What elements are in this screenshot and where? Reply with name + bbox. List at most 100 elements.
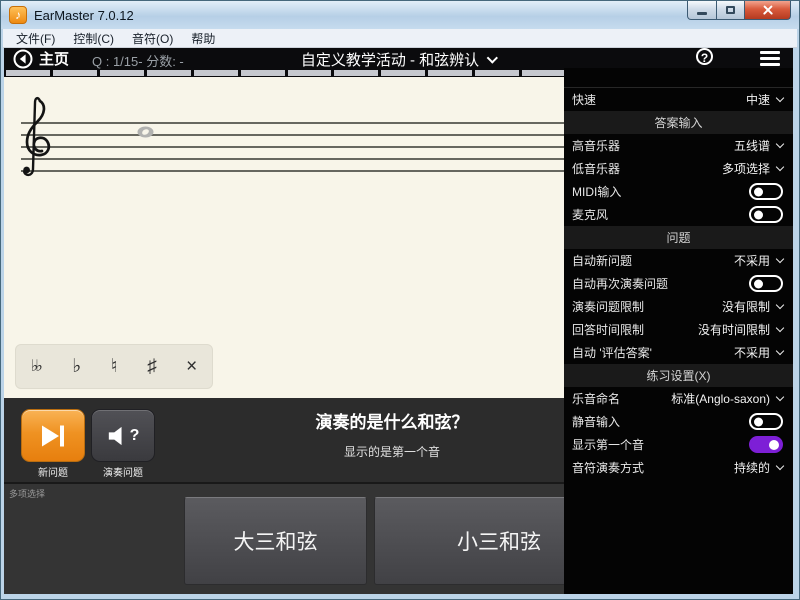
answer-mode-label: 多项选择 xyxy=(9,487,45,500)
menu-help[interactable]: 帮助 xyxy=(182,30,224,47)
progress-segment xyxy=(381,70,425,76)
menu-bar: 文件(F) 控制(C) 音符(O) 帮助 xyxy=(3,29,797,48)
setting-row-note-naming[interactable]: 乐音命名 标准(Anglo-saxon) xyxy=(564,387,793,410)
progress-segment xyxy=(6,70,50,76)
progress-segment xyxy=(522,70,566,76)
setting-row-play-question-limit[interactable]: 演奏问题限制 没有限制 xyxy=(564,295,793,318)
new-question-label: 新问题 xyxy=(21,464,85,479)
question-subtitle: 显示的是第一个音 xyxy=(224,443,560,460)
progress-segment xyxy=(288,70,332,76)
progress-segment xyxy=(475,70,519,76)
question-mark-glyph: ? xyxy=(130,427,140,445)
setting-row-auto-evaluate-answer[interactable]: 自动 '评估答案' 不采用 xyxy=(564,341,793,364)
section-header-answer-input: 答案输入 xyxy=(564,111,793,134)
double-flat-button[interactable]: ♭♭ xyxy=(31,359,43,375)
sidebar-divider xyxy=(564,68,793,88)
progress-segment xyxy=(428,70,472,76)
treble-clef-icon xyxy=(21,95,55,187)
window-title: EarMaster 7.0.12 xyxy=(34,8,134,23)
mute-input-toggle[interactable] xyxy=(749,413,783,430)
question-title: 演奏的是什么和弦？ xyxy=(224,408,560,433)
settings-sidebar: 快速 中速 答案输入 高音乐器 五线谱 低音乐器 多项选择 MIDI输入 xyxy=(564,68,793,594)
menu-control[interactable]: 控制(C) xyxy=(64,30,123,47)
auto-replay-toggle[interactable] xyxy=(749,275,783,292)
question-panel: 新问题 ? 演奏问题 演奏的是什么和弦？ 显示的是第一个音 xyxy=(4,398,564,482)
notation-panel: ♭♭ ♭ ♮ ♯ × xyxy=(4,77,564,398)
setting-row-treble-instrument[interactable]: 高音乐器 五线谱 xyxy=(564,134,793,157)
double-sharp-button[interactable]: × xyxy=(186,357,197,376)
setting-row-microphone: 麦克风 xyxy=(564,203,793,226)
hamburger-menu-button[interactable] xyxy=(760,51,780,69)
maximize-button[interactable] xyxy=(717,1,745,20)
staff-line xyxy=(21,146,564,148)
setting-row-tempo[interactable]: 快速 中速 xyxy=(564,88,793,111)
section-header-question: 问题 xyxy=(564,226,793,249)
progress-segment xyxy=(147,70,191,76)
back-arrow-icon xyxy=(13,49,33,69)
progress-segment xyxy=(53,70,97,76)
answer-panel: 多项选择 大三和弦 小三和弦 xyxy=(4,482,564,594)
progress-segment xyxy=(194,70,238,76)
chevron-down-icon xyxy=(776,140,784,148)
midi-input-toggle[interactable] xyxy=(749,183,783,200)
answer-minor-triad-button[interactable]: 小三和弦 xyxy=(374,497,564,585)
app-icon: ♪ xyxy=(9,6,27,24)
chevron-down-icon xyxy=(776,347,784,355)
app-window: ♪ EarMaster 7.0.12 文件(F) 控制(C) 音符(O) 帮助 … xyxy=(0,0,800,600)
setting-row-auto-new-question[interactable]: 自动新问题 不采用 xyxy=(564,249,793,272)
play-question-label: 演奏问题 xyxy=(91,464,155,479)
setting-row-show-first-note: 显示第一个音 xyxy=(564,433,793,456)
question-progress-bar xyxy=(6,68,566,77)
setting-row-mute-input: 静音输入 xyxy=(564,410,793,433)
chevron-down-icon xyxy=(776,94,784,102)
natural-button[interactable]: ♮ xyxy=(111,357,118,376)
close-icon xyxy=(762,4,774,16)
setting-row-bass-instrument[interactable]: 低音乐器 多项选择 xyxy=(564,157,793,180)
main-area: 主页 Q : 1/15- 分数: - 自定义教学活动 - 和弦辨认 ? xyxy=(4,48,793,594)
minimize-button[interactable] xyxy=(687,1,717,20)
help-button[interactable]: ? xyxy=(696,48,713,65)
flat-button[interactable]: ♭ xyxy=(72,357,81,376)
activity-title: 自定义教学活动 - 和弦辨认 xyxy=(301,49,479,70)
maximize-icon xyxy=(726,6,735,14)
progress-segment xyxy=(334,70,378,76)
home-button[interactable]: 主页 xyxy=(13,48,69,69)
chevron-down-icon xyxy=(776,255,784,263)
setting-row-answer-time-limit[interactable]: 回答时间限制 没有时间限制 xyxy=(564,318,793,341)
staff-line xyxy=(21,134,564,136)
titlebar[interactable]: ♪ EarMaster 7.0.12 xyxy=(1,1,799,29)
chevron-down-icon xyxy=(776,163,784,171)
progress-segment xyxy=(241,70,285,76)
progress-segment xyxy=(100,70,144,76)
staff-line xyxy=(21,122,564,124)
chevron-down-icon xyxy=(487,52,498,63)
sharp-button[interactable]: ♯ xyxy=(147,357,157,376)
setting-row-midi-input: MIDI输入 xyxy=(564,180,793,203)
minimize-icon xyxy=(697,12,707,15)
activity-title-dropdown[interactable]: 自定义教学活动 - 和弦辨认 xyxy=(301,49,496,70)
home-label: 主页 xyxy=(39,48,69,69)
window-controls xyxy=(687,1,791,20)
staff-line xyxy=(21,158,564,160)
accidentals-toolbar: ♭♭ ♭ ♮ ♯ × xyxy=(15,344,213,389)
chevron-down-icon xyxy=(776,301,784,309)
menu-note[interactable]: 音符(O) xyxy=(123,30,182,47)
microphone-toggle[interactable] xyxy=(749,206,783,223)
exercise-header: 主页 Q : 1/15- 分数: - 自定义教学活动 - 和弦辨认 ? xyxy=(4,48,793,68)
hint-whole-note-icon xyxy=(137,126,154,138)
chevron-down-icon xyxy=(776,462,784,470)
staff-line xyxy=(21,170,564,172)
show-first-note-toggle[interactable] xyxy=(749,436,783,453)
answer-major-triad-button[interactable]: 大三和弦 xyxy=(184,497,367,585)
setting-row-note-play-mode[interactable]: 音符演奏方式 持续的 xyxy=(564,456,793,479)
new-question-button[interactable] xyxy=(21,409,85,462)
hamburger-icon xyxy=(760,51,780,54)
menu-file[interactable]: 文件(F) xyxy=(7,30,64,47)
section-header-exercise-settings: 练习设置(X) xyxy=(564,364,793,387)
speaker-icon xyxy=(107,425,127,447)
chevron-down-icon xyxy=(776,324,784,332)
close-button[interactable] xyxy=(745,1,791,20)
skip-next-icon xyxy=(38,422,68,450)
chevron-down-icon xyxy=(776,393,784,401)
play-question-button[interactable]: ? xyxy=(91,409,155,462)
